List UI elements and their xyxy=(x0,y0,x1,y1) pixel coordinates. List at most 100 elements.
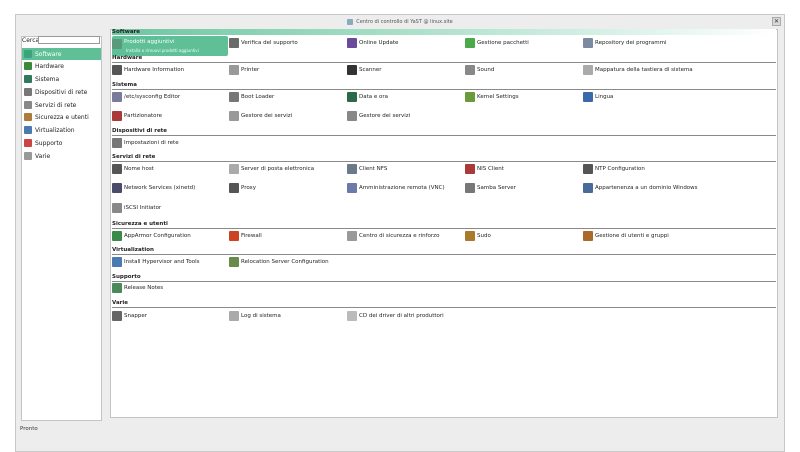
module-release-notes[interactable]: Release Notes xyxy=(112,281,163,294)
system-icon xyxy=(24,75,32,83)
module-online-update[interactable]: Online Update xyxy=(347,36,398,49)
module-server-di-posta-elettronica[interactable]: Server di posta elettronica xyxy=(229,162,314,175)
module-log-di-sistema[interactable]: Log di sistema xyxy=(229,309,281,322)
module-iscsi-initiator[interactable]: iSCSI Initiator xyxy=(112,201,161,214)
sidebar-item-sistema[interactable]: Sistema xyxy=(22,73,101,85)
close-button[interactable]: ✕ xyxy=(772,17,781,26)
repository-icon xyxy=(583,37,593,48)
driver-cd-icon xyxy=(347,310,357,321)
sidebar-item-hardware[interactable]: Hardware xyxy=(22,60,101,72)
section-title-supporto: Supporto xyxy=(112,274,141,280)
module-cd-dei-driver-di-altri-produttori[interactable]: CD dei driver di altri produttori xyxy=(347,309,444,322)
module-label: Partizionatore xyxy=(124,112,163,119)
module-samba-server[interactable]: Samba Server xyxy=(465,181,516,194)
partitioner-icon xyxy=(112,110,122,121)
module-label: Release Notes xyxy=(124,284,164,291)
ntp-icon xyxy=(583,163,593,174)
hardware-info-icon xyxy=(112,64,122,75)
services-icon xyxy=(229,110,239,121)
module-printer[interactable]: Printer xyxy=(229,63,259,76)
iscsi-icon xyxy=(112,202,122,213)
misc-icon xyxy=(24,152,32,160)
services-manager-icon xyxy=(347,110,357,121)
module-prodotti-aggiuntivi[interactable]: Prodotti aggiuntivi Installa o rimuovi pr… xyxy=(112,36,228,56)
clock-icon xyxy=(347,91,357,102)
module-gestore-dei-servizi[interactable]: Gestore dei servizi xyxy=(229,109,292,122)
module-label: /etc/sysconfig Editor xyxy=(124,93,181,100)
sidebar-item-servizi-di-rete[interactable]: Servizi di rete xyxy=(22,99,101,111)
module-lingua[interactable]: Lingua xyxy=(583,90,613,103)
vnc-icon xyxy=(347,182,357,193)
users-icon xyxy=(583,230,593,241)
module-snapper[interactable]: Snapper xyxy=(112,309,147,322)
module-network-services-xinetd[interactable]: Network Services (xinetd) xyxy=(112,181,195,194)
module-proxy[interactable]: Proxy xyxy=(229,181,256,194)
module-label: AppArmor Configuration xyxy=(124,232,191,239)
sidebar-item-varie[interactable]: Varie xyxy=(22,150,101,162)
module-firewall[interactable]: Firewall xyxy=(229,229,262,242)
sidebar-item-sicurezza-e-utenti[interactable]: Sicurezza e utenti xyxy=(22,111,101,123)
module-centro-di-sicurezza-e-rinforzo[interactable]: Centro di sicurezza e rinforzo xyxy=(347,229,439,242)
sidebar-item-dispositivi-di-rete[interactable]: Dispositivi di rete xyxy=(22,86,101,98)
module-relocation-server-configuration[interactable]: Relocation Server Configuration xyxy=(229,255,329,268)
module-label: Scanner xyxy=(359,66,382,73)
window-title: Centro di controllo di YaST @ linux.site xyxy=(356,19,453,25)
module-etc-sysconfig-editor[interactable]: /etc/sysconfig Editor xyxy=(112,90,180,103)
package-icon xyxy=(465,37,475,48)
module-data-e-ora[interactable]: Data e ora xyxy=(347,90,388,103)
sidebar-item-label: Servizi di rete xyxy=(35,101,77,109)
section-title-virtualization: Virtualization xyxy=(112,247,154,253)
sidebar-item-label: Dispositivi di rete xyxy=(35,88,88,96)
module-sudo[interactable]: Sudo xyxy=(465,229,491,242)
kernel-icon xyxy=(465,91,475,102)
module-label: Network Services (xinetd) xyxy=(124,184,196,191)
module-appartenenza-a-un-dominio-windows[interactable]: Appartenenza a un dominio Windows xyxy=(583,181,698,194)
module-label: Kernel Settings xyxy=(477,93,519,100)
module-nis-client[interactable]: NIS Client xyxy=(465,162,504,175)
module-label: Mappatura della tastiera di sistema xyxy=(595,66,693,73)
module-client-nfs[interactable]: Client NFS xyxy=(347,162,387,175)
module-label: NTP Configuration xyxy=(595,165,645,172)
sidebar-item-label: Software xyxy=(35,50,62,58)
network-services-icon xyxy=(24,101,32,109)
hardware-icon xyxy=(24,62,32,70)
sidebar-item-supporto[interactable]: Supporto xyxy=(22,137,101,149)
module-mappatura-della-tastiera-di-sistema[interactable]: Mappatura della tastiera di sistema xyxy=(583,63,693,76)
module-nome-host[interactable]: Nome host xyxy=(112,162,154,175)
search-input[interactable] xyxy=(38,36,100,44)
sidebar-item-software[interactable]: Software xyxy=(22,48,101,60)
yast-icon xyxy=(347,18,354,25)
module-gestione-pacchetti[interactable]: Gestione pacchetti xyxy=(465,36,529,49)
printer-icon xyxy=(229,64,239,75)
module-sound[interactable]: Sound xyxy=(465,63,494,76)
module-gestione-di-utenti-e-gruppi[interactable]: Gestione di utenti e gruppi xyxy=(583,229,669,242)
module-label: Sound xyxy=(477,66,495,73)
module-scanner[interactable]: Scanner xyxy=(347,63,382,76)
sysconfig-icon xyxy=(112,91,122,102)
sidebar-item-label: Sistema xyxy=(35,75,60,83)
module-partizionatore[interactable]: Partizionatore xyxy=(112,109,162,122)
module-label: Hardware Information xyxy=(124,66,185,73)
module-apparmor-configuration[interactable]: AppArmor Configuration xyxy=(112,229,191,242)
mail-server-icon xyxy=(229,163,239,174)
module-hardware-information[interactable]: Hardware Information xyxy=(112,63,184,76)
module-kernel-settings[interactable]: Kernel Settings xyxy=(465,90,519,103)
module-impostazioni-di-rete[interactable]: Impostazioni di rete xyxy=(112,136,179,149)
module-label: Prodotti aggiuntivi xyxy=(124,39,175,45)
module-label: Nome host xyxy=(124,165,154,172)
module-verifica-del-supporto[interactable]: Verifica del supporto xyxy=(229,36,298,49)
module-label: Samba Server xyxy=(477,184,516,191)
module-label: Relocation Server Configuration xyxy=(241,258,329,265)
module-gestore-dei-servizi[interactable]: Gestore dei servizi xyxy=(347,109,410,122)
module-amministrazione-remota-vnc[interactable]: Amministrazione remota (VNC) xyxy=(347,181,445,194)
module-repository-dei-programmi[interactable]: Repository dei programmi xyxy=(583,36,667,49)
security-center-icon xyxy=(347,230,357,241)
xinetd-icon xyxy=(112,182,122,193)
module-install-hypervisor-and-tools[interactable]: Install Hypervisor and Tools xyxy=(112,255,200,268)
module-boot-loader[interactable]: Boot Loader xyxy=(229,90,274,103)
sidebar-item-virtualization[interactable]: Virtualization xyxy=(22,124,101,136)
network-settings-icon xyxy=(112,137,122,148)
module-ntp-configuration[interactable]: NTP Configuration xyxy=(583,162,645,175)
nis-client-icon xyxy=(465,163,475,174)
section-title-varie: Varie xyxy=(112,300,128,306)
